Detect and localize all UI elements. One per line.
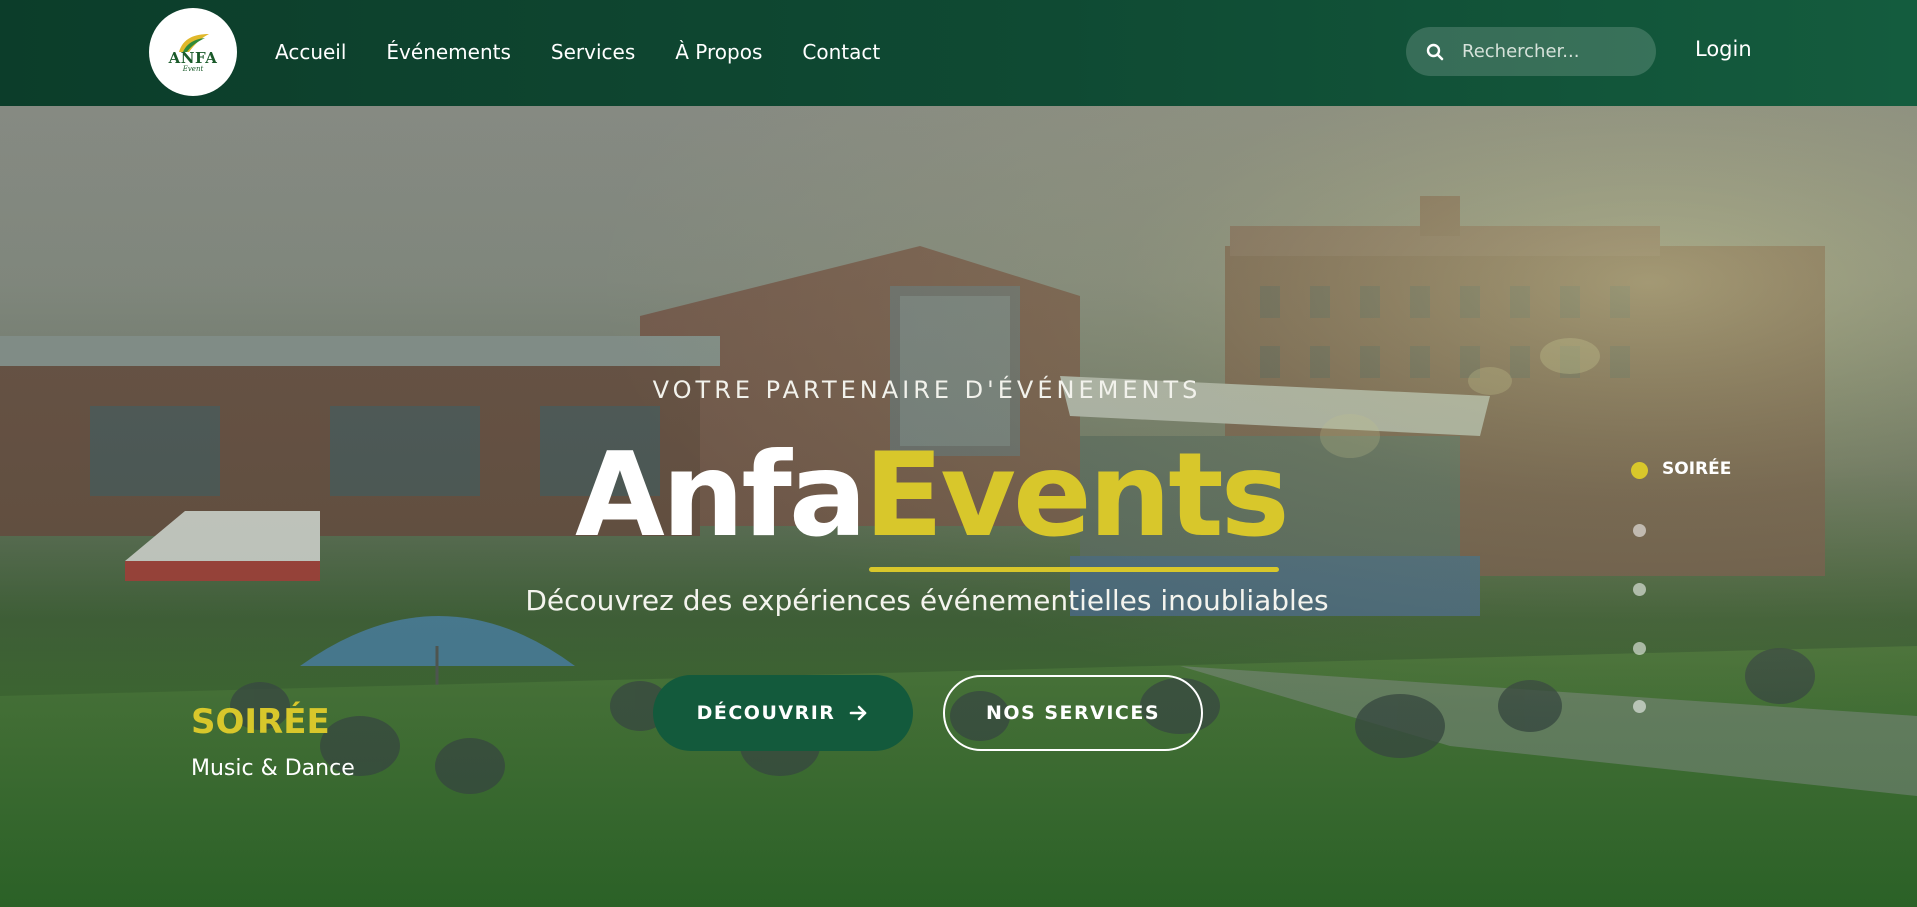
discover-button[interactable]: DÉCOUVRIR: [653, 675, 913, 751]
services-button-label: NOS SERVICES: [985, 702, 1161, 724]
slider-dot[interactable]: [1633, 700, 1646, 713]
logo-subtitle: Event: [182, 64, 204, 73]
hero-title-anfa: Anfa: [575, 428, 867, 563]
hero-section: VOTRE PARTENAIRE D'ÉVÉNEMENTS AnfaEvents…: [0, 106, 1917, 907]
arrow-right-icon: [850, 705, 867, 721]
slider-active-label: SOIRÉE: [1662, 459, 1732, 479]
login-link[interactable]: Login: [1695, 37, 1752, 61]
services-button[interactable]: NOS SERVICES: [943, 675, 1203, 751]
slide-label: SOIRÉE Music & Dance: [191, 702, 355, 781]
slide-category: SOIRÉE: [191, 702, 330, 742]
slide-caption: Music & Dance: [191, 756, 355, 781]
nav-accueil[interactable]: Accueil: [275, 40, 346, 64]
slider-dot[interactable]: [1633, 642, 1646, 655]
search-box: [1406, 27, 1656, 76]
hero-title: AnfaEvents: [575, 428, 1290, 563]
nav-a-propos[interactable]: À Propos: [675, 40, 762, 64]
hero-subtitle: Découvrez des expériences événementielle…: [525, 584, 1329, 617]
logo[interactable]: ANFA Event: [149, 8, 237, 96]
search-icon[interactable]: [1426, 43, 1444, 61]
main-nav: Accueil Événements Services À Propos Con…: [275, 0, 920, 104]
search-input[interactable]: [1462, 41, 1642, 62]
nav-services[interactable]: Services: [551, 40, 635, 64]
discover-button-label: DÉCOUVRIR: [696, 702, 836, 724]
nav-contact[interactable]: Contact: [802, 40, 880, 64]
hero-content: VOTRE PARTENAIRE D'ÉVÉNEMENTS AnfaEvents…: [0, 106, 1917, 907]
title-underline: [869, 567, 1279, 572]
slider-dot-active[interactable]: [1631, 462, 1648, 479]
nav-evenements[interactable]: Événements: [386, 40, 510, 64]
logo-title: ANFA: [168, 48, 218, 67]
slider-dot[interactable]: [1633, 583, 1646, 596]
hero-eyebrow: VOTRE PARTENAIRE D'ÉVÉNEMENTS: [652, 376, 1202, 404]
hero-title-events: Events: [864, 428, 1290, 563]
slider-dot[interactable]: [1633, 524, 1646, 537]
navbar: ANFA Event Accueil Événements Services À…: [0, 0, 1917, 106]
